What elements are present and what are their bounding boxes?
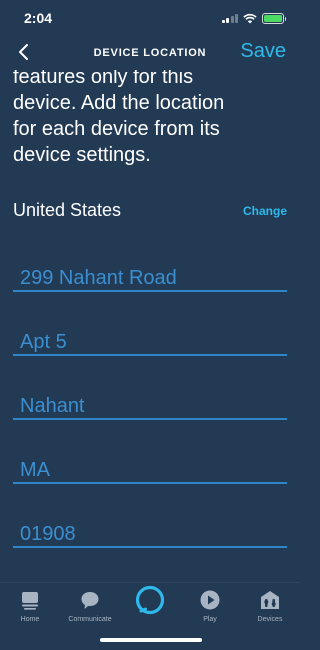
play-icon [200, 590, 220, 610]
alexa-ring-icon[interactable] [133, 583, 167, 617]
tab-play[interactable]: Play [182, 585, 238, 629]
save-button[interactable]: Save [240, 40, 286, 63]
description-line: device settings. [13, 144, 151, 166]
status-bar: 2:04 [0, 0, 300, 36]
zip-code-input[interactable] [13, 516, 287, 546]
wifi-icon [243, 13, 257, 23]
zip-code-field[interactable] [13, 516, 287, 548]
tab-label: Communicate [68, 616, 112, 623]
description-line: device. Add the location [13, 92, 225, 114]
city-field[interactable] [13, 388, 287, 420]
status-time: 2:04 [24, 10, 53, 26]
battery-icon [262, 12, 286, 24]
change-country-link[interactable]: Change [243, 204, 287, 218]
status-icons [221, 12, 286, 24]
tab-label: Home [20, 616, 40, 623]
city-input[interactable] [13, 388, 287, 418]
home-icon [22, 592, 38, 610]
tab-devices[interactable]: Devices [242, 585, 298, 629]
home-indicator[interactable] [100, 638, 202, 642]
state-input[interactable] [13, 452, 287, 482]
devices-icon [261, 591, 279, 609]
chat-bubble-icon [81, 592, 99, 609]
apartment-input[interactable] [13, 324, 287, 354]
tab-label: Devices [257, 616, 283, 623]
description-line: for each device from its [13, 118, 220, 140]
cellular-signal-icon [221, 13, 238, 23]
street-address-field[interactable] [13, 260, 287, 292]
street-address-input[interactable] [13, 260, 287, 290]
tab-home[interactable]: Home [2, 585, 58, 629]
apartment-field[interactable] [13, 324, 287, 356]
tab-communicate[interactable]: Communicate [62, 585, 118, 629]
description-text: features only for this device. Add the l… [13, 64, 283, 168]
country-row: United States Change [13, 200, 287, 221]
country-name: United States [13, 200, 122, 220]
tab-label: Play [203, 616, 217, 623]
page-title: DEVICE LOCATION [93, 47, 207, 59]
state-field[interactable] [13, 452, 287, 484]
navigation-bar: DEVICE LOCATION Save [0, 36, 300, 70]
back-chevron-icon[interactable] [16, 42, 32, 62]
content-scroll-area[interactable]: features only for this device. Add the l… [0, 60, 300, 580]
